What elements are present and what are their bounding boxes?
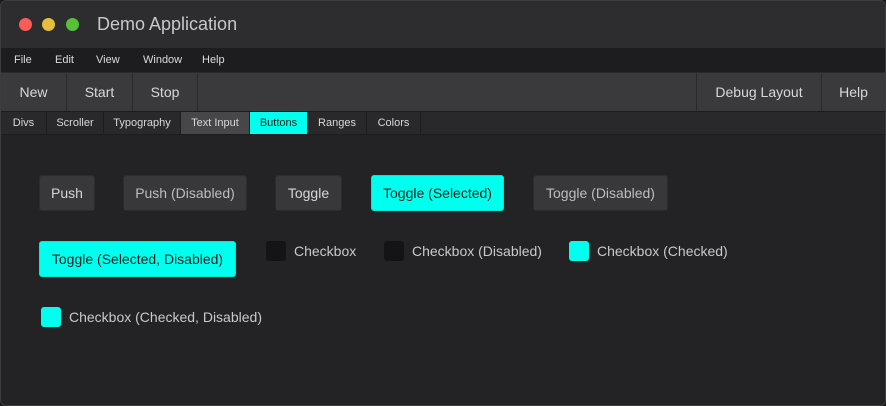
checkbox-checked-box[interactable] bbox=[569, 241, 589, 261]
tab-typography[interactable]: Typography bbox=[104, 112, 181, 134]
tab-colors[interactable]: Colors bbox=[367, 112, 421, 134]
menu-bar: File Edit View Window Help bbox=[1, 48, 885, 72]
minimize-button[interactable] bbox=[42, 18, 55, 31]
checkbox-checked-label: Checkbox (Checked) bbox=[597, 243, 728, 259]
checkbox-checked-disabled-label: Checkbox (Checked, Disabled) bbox=[69, 309, 262, 325]
help-button[interactable]: Help bbox=[821, 73, 885, 111]
tab-scroller[interactable]: Scroller bbox=[47, 112, 104, 134]
window-title: Demo Application bbox=[97, 14, 238, 34]
title-bar[interactable]: Demo Application bbox=[1, 1, 885, 48]
stop-button[interactable]: Stop bbox=[133, 73, 198, 111]
tab-text-input[interactable]: Text Input bbox=[181, 112, 250, 134]
toggle-button[interactable]: Toggle bbox=[275, 175, 342, 211]
menu-view[interactable]: View bbox=[96, 48, 120, 72]
menu-help[interactable]: Help bbox=[202, 48, 225, 72]
new-button[interactable]: New bbox=[1, 73, 67, 111]
tab-buttons[interactable]: Buttons bbox=[250, 112, 308, 134]
maximize-button[interactable] bbox=[66, 18, 79, 31]
tab-ranges[interactable]: Ranges bbox=[308, 112, 367, 134]
menu-window[interactable]: Window bbox=[143, 48, 182, 72]
push-button[interactable]: Push bbox=[39, 175, 95, 211]
push-disabled-button: Push (Disabled) bbox=[123, 175, 247, 211]
checkbox-disabled-label: Checkbox (Disabled) bbox=[412, 243, 542, 259]
start-button[interactable]: Start bbox=[67, 73, 133, 111]
debug-layout-button[interactable]: Debug Layout bbox=[696, 73, 821, 111]
toolbar: New Start Stop Debug Layout Help bbox=[1, 72, 885, 111]
toggle-disabled-button: Toggle (Disabled) bbox=[533, 175, 668, 211]
menu-edit[interactable]: Edit bbox=[55, 48, 74, 72]
menu-file[interactable]: File bbox=[14, 48, 32, 72]
checkbox-checked-disabled-box bbox=[41, 307, 61, 327]
tab-divs[interactable]: Divs bbox=[1, 112, 47, 134]
toggle-selected-disabled-button: Toggle (Selected, Disabled) bbox=[39, 241, 236, 277]
tab-bar: Divs Scroller Typography Text Input Butt… bbox=[1, 111, 885, 135]
toggle-selected-button[interactable]: Toggle (Selected) bbox=[371, 175, 504, 211]
checkbox-label: Checkbox bbox=[294, 243, 357, 259]
checkbox-box[interactable] bbox=[266, 241, 286, 261]
checkbox-disabled-box bbox=[384, 241, 404, 261]
buttons-panel: Push Push (Disabled) Toggle Toggle (Sele… bbox=[1, 135, 885, 405]
app-window: Demo Application File Edit View Window H… bbox=[0, 0, 886, 406]
close-button[interactable] bbox=[19, 18, 32, 31]
